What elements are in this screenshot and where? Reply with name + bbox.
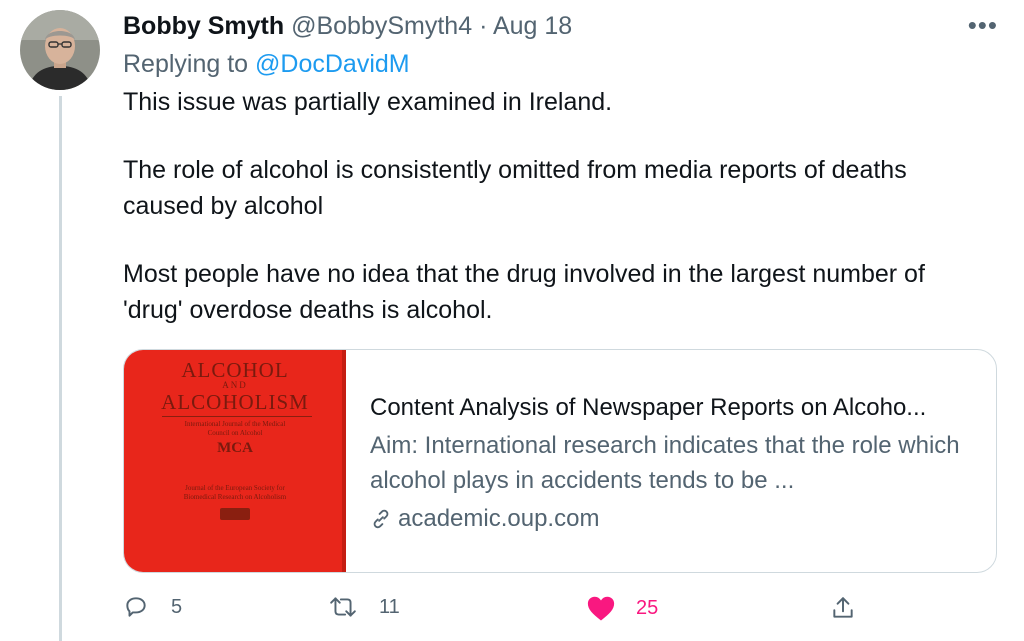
- tweet-paragraph: This issue was partially examined in Ire…: [123, 88, 613, 116]
- tweet-date[interactable]: Aug 18: [493, 12, 572, 40]
- card-title: Content Analysis of Newspaper Reports on…: [370, 394, 927, 421]
- cover-title-line2: ALCOHOLISM: [161, 390, 309, 414]
- header-separator: ·: [479, 12, 488, 40]
- retweet-count: 11: [379, 595, 400, 618]
- replying-to: Replying to @DocDavidM: [123, 48, 410, 80]
- like-button[interactable]: 25: [586, 594, 658, 622]
- avatar[interactable]: [20, 10, 100, 90]
- cover-title-and: AND: [222, 380, 248, 390]
- journal-cover-image: ALCOHOL AND ALCOHOLISM International Jou…: [124, 350, 346, 572]
- card-domain: academic.oup.com: [398, 505, 600, 532]
- more-horizontal-icon[interactable]: •••: [968, 12, 998, 38]
- tweet-paragraph: Most people have no idea that the drug i…: [123, 260, 925, 324]
- author-handle[interactable]: @BobbySmyth4: [291, 12, 472, 40]
- card-domain-row: academic.oup.com: [370, 501, 980, 537]
- tweet-actions: 5 11 25: [123, 594, 983, 634]
- cover-emblem: [220, 508, 250, 520]
- reply-icon: [126, 597, 146, 617]
- card-text: Content Analysis of Newspaper Reports on…: [370, 390, 980, 537]
- like-count: 25: [636, 596, 659, 619]
- heart-icon: [587, 596, 615, 621]
- link-preview-card[interactable]: ALCOHOL AND ALCOHOLISM International Jou…: [123, 349, 997, 573]
- author-name[interactable]: Bobby Smyth: [123, 12, 284, 40]
- retweet-button[interactable]: 11: [329, 594, 400, 620]
- retweet-icon: [330, 597, 356, 617]
- link-icon: [373, 509, 389, 529]
- tweet-header: Bobby Smyth @BobbySmyth4 · Aug 18: [123, 10, 572, 42]
- cover-subtitle: International Journal of the Medical Cou…: [184, 420, 286, 437]
- reply-count: 5: [171, 595, 183, 618]
- tweet-text: This issue was partially examined in Ire…: [123, 84, 983, 328]
- share-icon: [833, 597, 853, 618]
- cover-footer: Journal of the European Society for Biom…: [183, 484, 287, 501]
- thread-line: [59, 96, 62, 641]
- reply-button[interactable]: 5: [123, 594, 182, 620]
- cover-logo: MCA: [217, 440, 253, 456]
- replying-prefix: Replying to: [123, 50, 249, 78]
- share-button[interactable]: [830, 594, 878, 622]
- tweet-paragraph: The role of alcohol is consistently omit…: [123, 156, 907, 220]
- card-description: Aim: International research indicates th…: [370, 432, 960, 494]
- replying-to-link[interactable]: @DocDavidM: [255, 50, 410, 78]
